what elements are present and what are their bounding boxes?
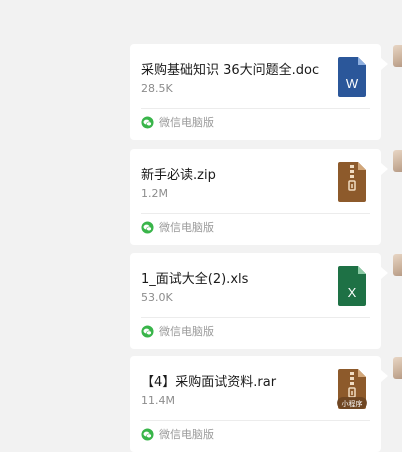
file-message-card[interactable]: 【4】采购面试资料.rar 11.4M 小程序 微信电脑版 (130, 356, 388, 452)
avatar[interactable] (393, 357, 402, 379)
avatar[interactable] (393, 150, 402, 172)
wechat-pc-icon (141, 324, 154, 338)
wechat-pc-icon (141, 220, 154, 234)
source-label: 微信电脑版 (141, 219, 214, 235)
divider (141, 213, 370, 214)
file-name: 1_面试大全(2).xls (141, 272, 249, 287)
word-doc-icon: W (338, 57, 366, 97)
mini-program-badge: 小程序 (342, 399, 363, 408)
file-message-card[interactable]: 新手必读.zip 1.2M 微信电脑版 (130, 149, 388, 245)
divider (141, 420, 370, 421)
avatar[interactable] (393, 45, 402, 67)
source-text: 微信电脑版 (159, 428, 214, 441)
avatar[interactable] (393, 254, 402, 276)
source-text: 微信电脑版 (159, 221, 214, 234)
file-name: 【4】采购面试资料.rar (141, 375, 277, 390)
svg-text:W: W (346, 76, 359, 91)
file-name: 采购基础知识 36大问题全.doc (141, 63, 320, 78)
file-size: 28.5K (141, 82, 173, 95)
source-text: 微信电脑版 (159, 325, 214, 338)
divider (141, 108, 370, 109)
zip-archive-icon (338, 162, 366, 202)
source-label: 微信电脑版 (141, 323, 214, 339)
wechat-pc-icon (141, 115, 154, 129)
wechat-pc-icon (141, 427, 154, 441)
file-size: 53.0K (141, 291, 173, 304)
divider (141, 317, 370, 318)
svg-text:X: X (348, 285, 357, 300)
file-message-card[interactable]: 1_面试大全(2).xls 53.0K X 微信电脑版 (130, 253, 388, 349)
excel-xls-icon: X (338, 266, 366, 306)
source-text: 微信电脑版 (159, 116, 214, 129)
file-name: 新手必读.zip (141, 168, 216, 183)
source-label: 微信电脑版 (141, 426, 214, 442)
file-size: 11.4M (141, 394, 175, 407)
rar-archive-icon: 小程序 (337, 369, 367, 409)
source-label: 微信电脑版 (141, 114, 214, 130)
file-size: 1.2M (141, 187, 168, 200)
file-message-card[interactable]: 采购基础知识 36大问题全.doc 28.5K W 微信电脑版 (130, 44, 388, 140)
